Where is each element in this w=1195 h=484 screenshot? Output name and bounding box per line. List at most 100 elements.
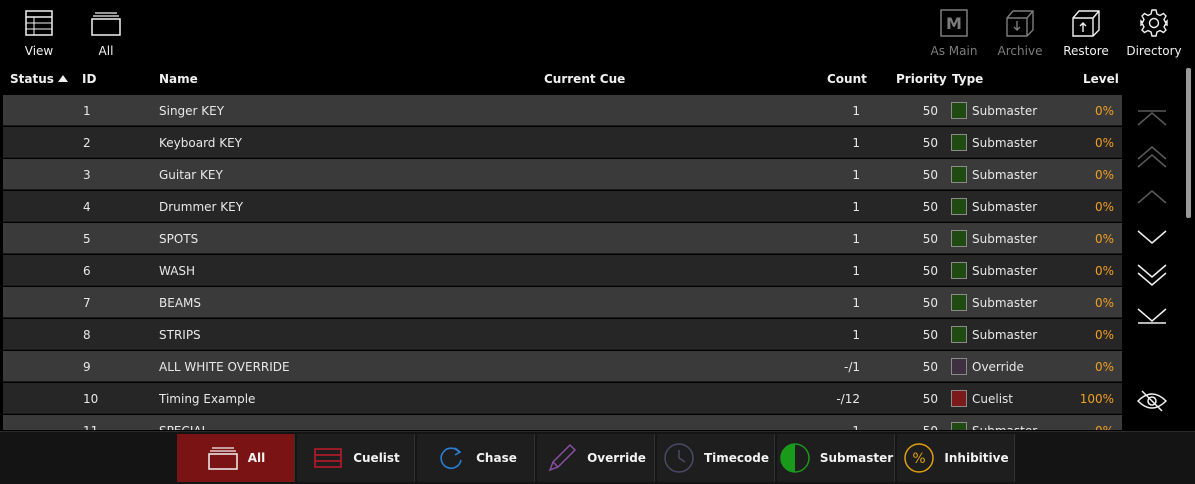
table-row[interactable]: 6 WASH 1 50 Submaster 0% (3, 255, 1122, 286)
table-row[interactable]: 9 ALL WHITE OVERRIDE -/1 50 Override 0% (3, 351, 1122, 382)
all-view-button[interactable]: All (75, 6, 137, 62)
row-name: Singer KEY (159, 104, 225, 118)
table-row[interactable]: 11 SPECIAL 1 50 Submaster 0% (3, 415, 1122, 430)
row-level: 0% (1094, 360, 1114, 374)
percent-circle-icon: % (902, 441, 936, 475)
row-type: Submaster (972, 104, 1038, 118)
filter-timecode-button[interactable]: Timecode (657, 434, 775, 482)
folder-icon (91, 6, 121, 40)
view-label: View (24, 44, 54, 58)
row-type: Override (972, 360, 1024, 374)
clock-icon (662, 441, 696, 475)
header-current-cue[interactable]: Current Cue (544, 72, 625, 86)
archive-box-icon (1004, 6, 1036, 40)
row-level: 0% (1094, 296, 1114, 310)
type-color-swatch (951, 358, 967, 375)
row-count: 1 (852, 328, 860, 342)
header-type[interactable]: Type (952, 72, 983, 86)
table-row[interactable]: 2 Keyboard KEY 1 50 Submaster 0% (3, 127, 1122, 158)
row-id: 4 (83, 200, 91, 214)
table-row[interactable]: 10 Timing Example -/12 50 Cuelist 100% (3, 383, 1122, 414)
line-up-button[interactable] (1136, 185, 1168, 209)
filter-chase-button[interactable]: Chase (417, 434, 535, 482)
line-down-button[interactable] (1136, 225, 1168, 249)
m-box-icon: M (940, 6, 968, 40)
type-color-swatch (951, 422, 967, 430)
chase-refresh-icon (434, 441, 468, 475)
filter-chase-label: Chase (476, 451, 517, 465)
row-priority: 50 (923, 424, 938, 430)
table-row[interactable]: 4 Drummer KEY 1 50 Submaster 0% (3, 191, 1122, 222)
row-id: 7 (83, 296, 91, 310)
row-priority: 50 (922, 360, 938, 374)
filter-bar: All Cuelist Chase Override Timecode Subm… (0, 431, 1195, 484)
row-count: 1 (852, 104, 860, 118)
row-count: 1 (852, 424, 860, 430)
type-color-swatch (951, 230, 967, 247)
row-name: Keyboard KEY (159, 136, 243, 150)
row-id: 8 (83, 328, 91, 342)
table-row[interactable]: 5 SPOTS 1 50 Submaster 0% (3, 223, 1122, 254)
sort-ascending-icon (57, 75, 68, 82)
restore-button[interactable]: Restore (1055, 6, 1117, 62)
type-color-swatch (951, 262, 967, 279)
row-type: Submaster (972, 296, 1038, 310)
page-up-button[interactable] (1136, 145, 1168, 169)
eye-slash-icon (1136, 390, 1168, 412)
row-type: Submaster (972, 328, 1038, 342)
filter-all-button[interactable]: All (177, 434, 295, 482)
type-color-swatch (951, 134, 967, 151)
filter-override-button[interactable]: Override (537, 434, 655, 482)
half-circle-icon (778, 441, 812, 475)
filter-cuelist-label: Cuelist (353, 451, 400, 465)
scroll-to-bottom-button[interactable] (1136, 303, 1168, 327)
row-name: Timing Example (159, 392, 256, 406)
row-id: 9 (83, 360, 91, 374)
row-type: Cuelist (972, 392, 1013, 406)
row-name: STRIPS (159, 328, 201, 342)
scroll-to-top-button[interactable] (1136, 107, 1168, 131)
filter-timecode-label: Timecode (703, 451, 770, 465)
page-down-button[interactable] (1136, 263, 1168, 287)
filter-submaster-label: Submaster (819, 451, 894, 465)
archive-button[interactable]: Archive (989, 6, 1051, 62)
inhibitive-glyph: % (913, 451, 926, 467)
header-level[interactable]: Level (1083, 72, 1119, 86)
row-name: BEAMS (159, 296, 201, 310)
row-level: 0% (1094, 200, 1114, 214)
row-name: SPOTS (159, 232, 199, 246)
row-priority: 50 (922, 232, 938, 246)
row-count: -/12 (836, 392, 860, 406)
row-count: 1 (852, 232, 860, 246)
as-main-label: As Main (930, 44, 978, 58)
filter-inhibitive-button[interactable]: % Inhibitive (897, 434, 1015, 482)
chevron-up-icon (1137, 190, 1167, 204)
directory-button[interactable]: Directory (1123, 6, 1185, 62)
as-main-glyph: M (946, 14, 962, 33)
header-priority[interactable]: Priority (896, 72, 947, 86)
row-priority: 50 (922, 392, 938, 406)
header-name[interactable]: Name (159, 72, 198, 86)
header-count[interactable]: Count (827, 72, 867, 86)
as-main-button[interactable]: M As Main (923, 6, 985, 62)
header-id[interactable]: ID (82, 72, 96, 86)
row-type: Submaster (972, 136, 1038, 150)
table-row[interactable]: 1 Singer KEY 1 50 Submaster 0% (3, 95, 1122, 126)
type-color-swatch (951, 326, 967, 343)
row-id: 10 (83, 392, 99, 406)
archive-label: Archive (997, 44, 1043, 58)
vertical-scrollbar[interactable] (1186, 68, 1191, 218)
header-status[interactable]: Status (10, 72, 68, 86)
row-id: 1 (83, 104, 91, 118)
row-id: 2 (83, 136, 91, 150)
table-row[interactable]: 7 BEAMS 1 50 Submaster 0% (3, 287, 1122, 318)
table-row[interactable]: 8 STRIPS 1 50 Submaster 0% (3, 319, 1122, 350)
visibility-toggle-button[interactable] (1136, 389, 1168, 413)
type-color-swatch (951, 102, 967, 119)
filter-submaster-button[interactable]: Submaster (777, 434, 895, 482)
filter-cuelist-button[interactable]: Cuelist (297, 434, 415, 482)
table-row[interactable]: 3 Guitar KEY 1 50 Submaster 0% (3, 159, 1122, 190)
view-button[interactable]: View (8, 6, 70, 62)
row-count: 1 (852, 136, 860, 150)
row-level: 0% (1094, 168, 1114, 182)
